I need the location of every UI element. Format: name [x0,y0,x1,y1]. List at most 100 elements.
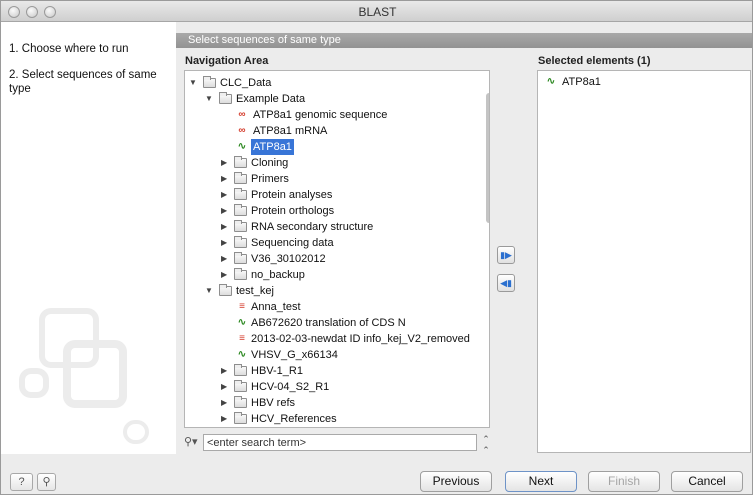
navigation-tree[interactable]: ▼ CLC_Data ▼ Example Data ∞ ATP8a1 genom… [184,70,490,428]
selected-elements-header: Selected elements (1) [538,55,651,67]
folder-icon [234,204,247,216]
collapsed-triangle-icon[interactable]: ▶ [221,155,227,171]
tree-item-label: AB672620 translation of CDS N [251,317,406,329]
tree-item-label: HCV_References [251,413,337,425]
tree-item-label: no_backup [251,269,305,281]
tree-item-sequencing-data[interactable]: ▶ Sequencing data [221,235,479,251]
navigation-area-header: Navigation Area [185,55,269,67]
selected-elements-list[interactable]: ∿ ATP8a1 [537,70,751,453]
nucleotide-sequence-icon: ∞ [238,109,246,120]
cancel-button[interactable]: Cancel [671,471,743,492]
decorative-shape [63,340,127,408]
wizard-step-1: 1. Choose where to run [9,42,174,56]
tree-item-no-backup[interactable]: ▶ no_backup [221,267,479,283]
next-button[interactable]: Next [505,471,577,492]
tree-item-label: HCV-04_S2_R1 [251,381,330,393]
tree-item-hbv-1[interactable]: ▶ HBV-1_R1 [221,363,479,379]
tree-item-hcv-references[interactable]: ▶ HCV_References [221,411,479,427]
tree-item-label: ATP8a1 [251,139,294,155]
collapsed-triangle-icon[interactable]: ▶ [221,187,227,203]
collapsed-triangle-icon[interactable]: ▶ [221,235,227,251]
tree-item-label: Sequencing data [251,237,334,249]
help-button[interactable]: ? [10,473,33,491]
protein-sequence-icon: ∿ [546,76,556,87]
tree-item-label: HBV-1_R1 [251,365,303,377]
tree-item-label: 2013-02-03-newdat ID info_kej_V2_removed [251,333,470,345]
collapsed-triangle-icon[interactable]: ▶ [221,171,227,187]
wizard-content-panel: Select sequences of same type Navigation… [176,22,752,455]
folder-icon [234,364,247,376]
previous-button[interactable]: Previous [420,471,492,492]
expand-triangle-icon[interactable]: ▼ [205,91,213,107]
collapsed-triangle-icon[interactable]: ▶ [221,219,227,235]
tree-item-label: Anna_test [251,301,301,313]
tree-item-clc-data[interactable]: ▼ CLC_Data [189,75,479,91]
tree-item-v36[interactable]: ▶ V36_30102012 [221,251,479,267]
folder-icon [234,396,247,408]
tree-item-example-data[interactable]: ▼ Example Data [205,91,479,107]
collapsed-triangle-icon[interactable]: ▶ [221,251,227,267]
tree-item-test-kej[interactable]: ▼ test_kej [205,283,479,299]
tree-item-atp8a1-genomic[interactable]: ∞ ATP8a1 genomic sequence [235,107,479,123]
tree-item-label: V36_30102012 [251,253,326,265]
chevron-up-icon[interactable]: ⌃ ⌃ [481,434,491,455]
tree-item-label: ATP8a1 mRNA [253,125,328,137]
step-label: Choose where to run [21,43,129,55]
collapsed-triangle-icon[interactable]: ▶ [221,379,227,395]
collapsed-triangle-icon[interactable]: ▶ [221,411,227,427]
tree-item-primers[interactable]: ▶ Primers [221,171,479,187]
protein-sequence-icon: ∿ [237,317,247,328]
collapsed-triangle-icon[interactable]: ▶ [221,363,227,379]
tree-scrollbar[interactable] [486,93,489,223]
database-folder-icon [203,76,216,88]
folder-icon [234,188,247,200]
tree-item-rna-secondary-structure[interactable]: ▶ RNA secondary structure [221,219,479,235]
tree-item-label: VHSV_G_x66134 [251,349,338,361]
remove-from-selected-button[interactable]: ◀▮ [497,274,515,292]
tree-item-atp8a1-selected[interactable]: ∿ ATP8a1 [235,139,479,155]
protein-sequence-icon: ∿ [237,141,247,152]
dialog-footer: ? ⚲ Previous Next Finish Cancel [1,454,752,494]
folder-icon [234,380,247,392]
decorative-shape [123,420,149,444]
tree-item-label: HBV refs [251,397,296,409]
folder-icon [234,252,247,264]
tree-item-vhsv[interactable]: ∿ VHSV_G_x66134 [235,347,479,363]
selected-element-label: ATP8a1 [562,76,601,88]
blast-dialog-window: BLAST 1. Choose where to run 2. Select s… [0,0,753,495]
sequence-list-icon: ≡ [239,333,245,344]
tree-item-protein-analyses[interactable]: ▶ Protein analyses [221,187,479,203]
step-banner: Select sequences of same type [176,33,752,48]
search-input[interactable] [203,434,477,451]
tree-item-hbv-refs[interactable]: ▶ HBV refs [221,395,479,411]
folder-icon [219,92,232,104]
finish-button[interactable]: Finish [588,471,660,492]
search-icon[interactable]: ⚲▾ [184,435,200,449]
tree-item-hcv-04[interactable]: ▶ HCV-04_S2_R1 [221,379,479,395]
tree-item-label: Primers [251,173,289,185]
collapsed-triangle-icon[interactable]: ▶ [221,267,227,283]
tree-item-cloning[interactable]: ▶ Cloning [221,155,479,171]
tree-item-newdat[interactable]: ≡ 2013-02-03-newdat ID info_kej_V2_remov… [235,331,479,347]
selected-element-item[interactable]: ∿ ATP8a1 [544,74,744,90]
decorative-shape [19,368,49,398]
expand-triangle-icon[interactable]: ▼ [205,283,213,299]
tree-item-atp8a1-mrna[interactable]: ∞ ATP8a1 mRNA [235,123,479,139]
step-number: 1. [9,43,19,55]
reset-icon[interactable]: ⚲ [37,473,56,491]
folder-icon [234,156,247,168]
add-to-selected-button[interactable]: ▮▶ [497,246,515,264]
folder-icon [219,284,232,296]
collapsed-triangle-icon[interactable]: ▶ [221,203,227,219]
sequence-list-icon: ≡ [239,301,245,312]
tree-item-label: CLC_Data [220,77,272,89]
title-bar[interactable]: BLAST [1,1,752,22]
tree-item-protein-orthologs[interactable]: ▶ Protein orthologs [221,203,479,219]
folder-icon [234,172,247,184]
tree-item-ab672620[interactable]: ∿ AB672620 translation of CDS N [235,315,479,331]
wizard-steps-sidebar: 1. Choose where to run 2. Select sequenc… [1,22,176,454]
collapsed-triangle-icon[interactable]: ▶ [221,395,227,411]
step-number: 2. [9,69,19,81]
expand-triangle-icon[interactable]: ▼ [189,75,197,91]
tree-item-anna-test[interactable]: ≡ Anna_test [235,299,479,315]
